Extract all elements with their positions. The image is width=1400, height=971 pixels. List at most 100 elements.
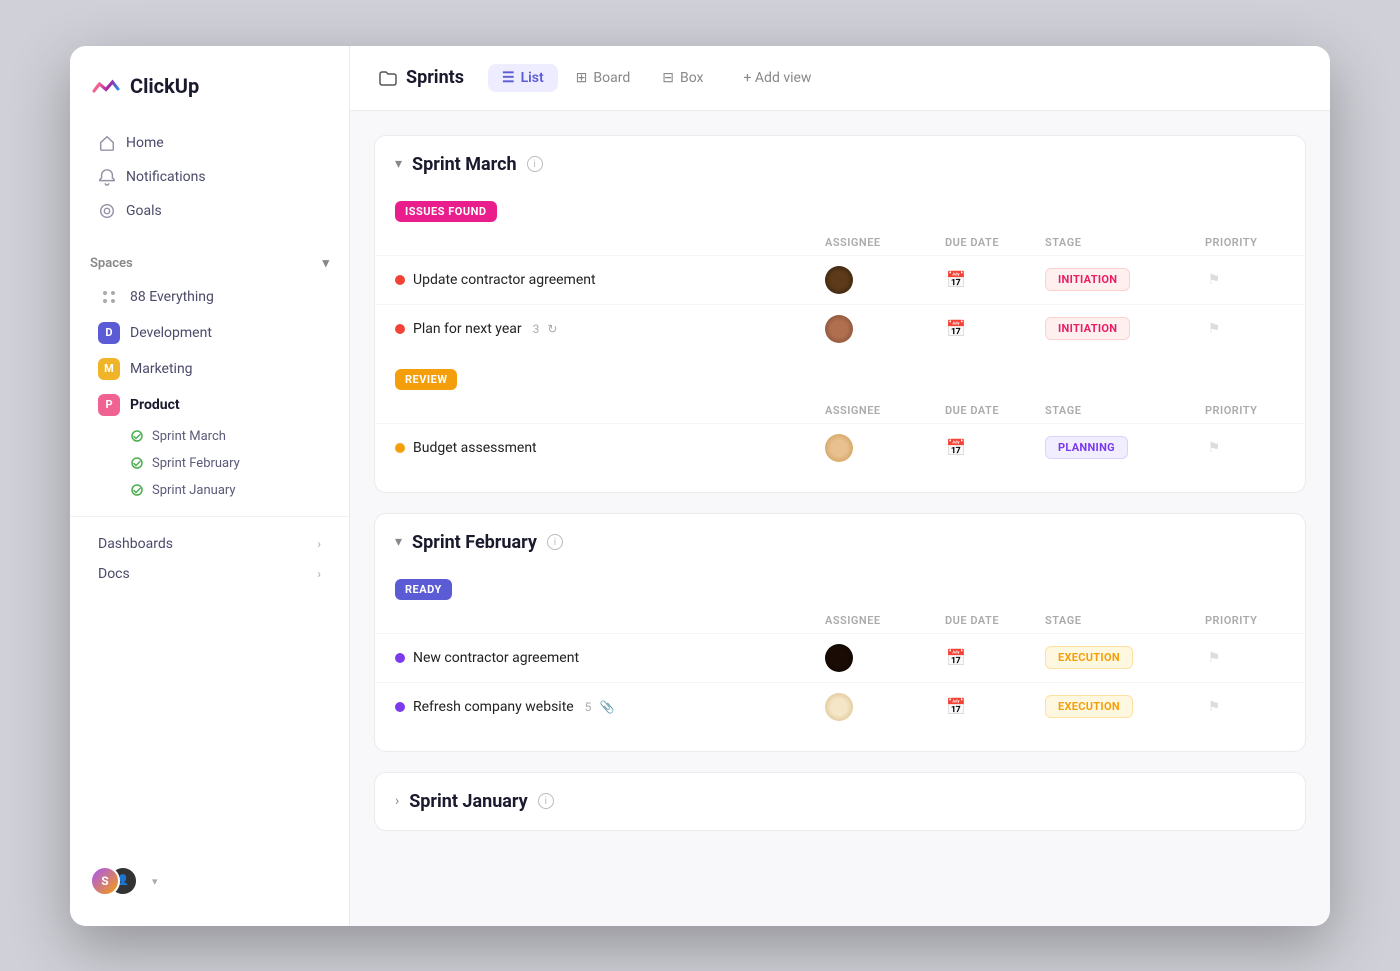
stage-badge-execution: EXECUTION (1045, 646, 1133, 669)
development-label: Development (130, 325, 212, 341)
spaces-header[interactable]: Spaces ▾ (70, 252, 349, 279)
col-stage-3: STAGE (1045, 614, 1205, 627)
task-dot-red (395, 324, 405, 334)
calendar-icon: 📅 (945, 647, 967, 669)
task-header-issues: ASSIGNEE DUE DATE STAGE PRIORITY (375, 230, 1305, 255)
task-count: 5 (582, 700, 592, 714)
docs-chevron-icon: › (317, 567, 321, 581)
flag-icon: ⚑ (1205, 320, 1223, 338)
col-task (395, 236, 825, 249)
task-row[interactable]: Budget assessment 📅 PLANNING ⚑ (375, 423, 1305, 472)
flag-icon: ⚑ (1205, 698, 1223, 716)
col-duedate-2: DUE DATE (945, 404, 1045, 417)
dashboards-label: Dashboards (98, 536, 173, 552)
task-assignee (825, 434, 945, 462)
app-window: ClickUp Home Notifications Goals Spaces (70, 46, 1330, 926)
status-badge-review: REVIEW (395, 369, 457, 390)
task-name: Plan for next year (413, 321, 522, 337)
main-content: Sprints ☰ List ⊞ Board ⊟ Box + Add view (350, 46, 1330, 926)
spaces-label: Spaces (90, 256, 133, 271)
tab-list[interactable]: ☰ List (488, 64, 558, 92)
avatar-stack[interactable]: S 👤 (90, 866, 142, 898)
status-badge-ready: READY (395, 579, 452, 600)
task-name: Refresh company website (413, 699, 574, 715)
col-priority-1: PRIORITY (1205, 236, 1285, 249)
sprint-january-icon (130, 483, 144, 497)
avatar (825, 644, 853, 672)
add-view-button[interactable]: + Add view (730, 64, 826, 92)
flag-icon: ⚑ (1205, 271, 1223, 289)
sidebar-item-sprint-march[interactable]: Sprint March (78, 423, 341, 450)
sprint-march-toggle[interactable]: ▾ (395, 156, 402, 172)
col-priority-3: PRIORITY (1205, 614, 1285, 627)
sidebar-item-marketing[interactable]: M Marketing (78, 351, 341, 387)
sprint-february-toggle[interactable]: ▾ (395, 534, 402, 550)
calendar-icon: 📅 (945, 318, 967, 340)
marketing-label: Marketing (130, 361, 193, 377)
home-label: Home (126, 135, 164, 151)
calendar-icon: 📅 (945, 437, 967, 459)
task-header-ready: ASSIGNEE DUE DATE STAGE PRIORITY (375, 608, 1305, 633)
task-row[interactable]: New contractor agreement 📅 EXECUTION ⚑ (375, 633, 1305, 682)
flag-icon: ⚑ (1205, 439, 1223, 457)
sprint-february-body: READY ASSIGNEE DUE DATE STAGE PRIORITY (375, 571, 1305, 751)
clickup-logo-icon (90, 70, 122, 102)
sidebar-item-product[interactable]: P Product (78, 387, 341, 423)
status-group-ready: READY ASSIGNEE DUE DATE STAGE PRIORITY (375, 571, 1305, 731)
task-stage: EXECUTION (1045, 646, 1205, 669)
sidebar-item-home[interactable]: Home (78, 126, 341, 160)
goals-icon (98, 202, 116, 220)
task-header-review: ASSIGNEE DUE DATE STAGE PRIORITY (375, 398, 1305, 423)
content-area: ▾ Sprint March i ISSUES FOUND ASSIGNEE D… (350, 111, 1330, 926)
tab-board[interactable]: ⊞ Board (562, 64, 645, 92)
logo-area: ClickUp (70, 70, 349, 126)
sidebar-item-everything[interactable]: 88 Everything (78, 279, 341, 315)
sprint-march-info-icon[interactable]: i (527, 156, 543, 172)
sprint-february-info-icon[interactable]: i (547, 534, 563, 550)
tab-box[interactable]: ⊟ Box (648, 64, 717, 92)
task-row[interactable]: Refresh company website 5 📎 📅 EXECUTION (375, 682, 1305, 731)
sprint-january-info-icon[interactable]: i (538, 793, 554, 809)
add-view-label: + Add view (744, 70, 812, 86)
sidebar-item-docs[interactable]: Docs › (78, 559, 341, 589)
col-assignee-2: ASSIGNEE (825, 404, 945, 417)
everything-icon (98, 286, 120, 308)
task-assignee (825, 315, 945, 343)
task-row[interactable]: Plan for next year 3 ↻ 📅 INITIATION (375, 304, 1305, 353)
box-tab-icon: ⊟ (662, 70, 674, 86)
sprint-february-icon (130, 456, 144, 470)
sprint-march-header: ▾ Sprint March i (375, 136, 1305, 193)
folder-icon (378, 68, 398, 88)
sprint-february-header: ▾ Sprint February i (375, 514, 1305, 571)
avatar (825, 693, 853, 721)
sidebar-item-goals[interactable]: Goals (78, 194, 341, 228)
task-stage: INITIATION (1045, 268, 1205, 291)
sidebar-item-notifications[interactable]: Notifications (78, 160, 341, 194)
sidebar-item-dashboards[interactable]: Dashboards › (78, 529, 341, 559)
sidebar-item-development[interactable]: D Development (78, 315, 341, 351)
avatar (825, 315, 853, 343)
sidebar-item-sprint-january[interactable]: Sprint January (78, 477, 341, 504)
task-name: New contractor agreement (413, 650, 579, 666)
avatar (825, 434, 853, 462)
board-tab-icon: ⊞ (576, 70, 588, 86)
sidebar: ClickUp Home Notifications Goals Spaces (70, 46, 350, 926)
notifications-label: Notifications (126, 169, 206, 185)
task-dot-yellow (395, 443, 405, 453)
avatar-user-1: S (90, 866, 120, 896)
col-assignee-3: ASSIGNEE (825, 614, 945, 627)
sprint-march-label: Sprint March (152, 429, 226, 444)
app-name: ClickUp (130, 74, 199, 98)
sidebar-item-sprint-february[interactable]: Sprint February (78, 450, 341, 477)
task-name-cell: Refresh company website 5 📎 (395, 699, 825, 715)
top-bar: Sprints ☰ List ⊞ Board ⊟ Box + Add view (350, 46, 1330, 111)
sprint-january-toggle[interactable]: › (395, 793, 399, 809)
col-duedate-1: DUE DATE (945, 236, 1045, 249)
stage-badge-planning: PLANNING (1045, 436, 1128, 459)
task-row[interactable]: Update contractor agreement 📅 INITIATION… (375, 255, 1305, 304)
sprint-march-title: Sprint March (412, 154, 517, 175)
product-label: Product (130, 397, 180, 413)
task-stage: PLANNING (1045, 436, 1205, 459)
sprint-january-header: › Sprint January i (375, 773, 1305, 830)
everything-label: 88 Everything (130, 289, 214, 305)
